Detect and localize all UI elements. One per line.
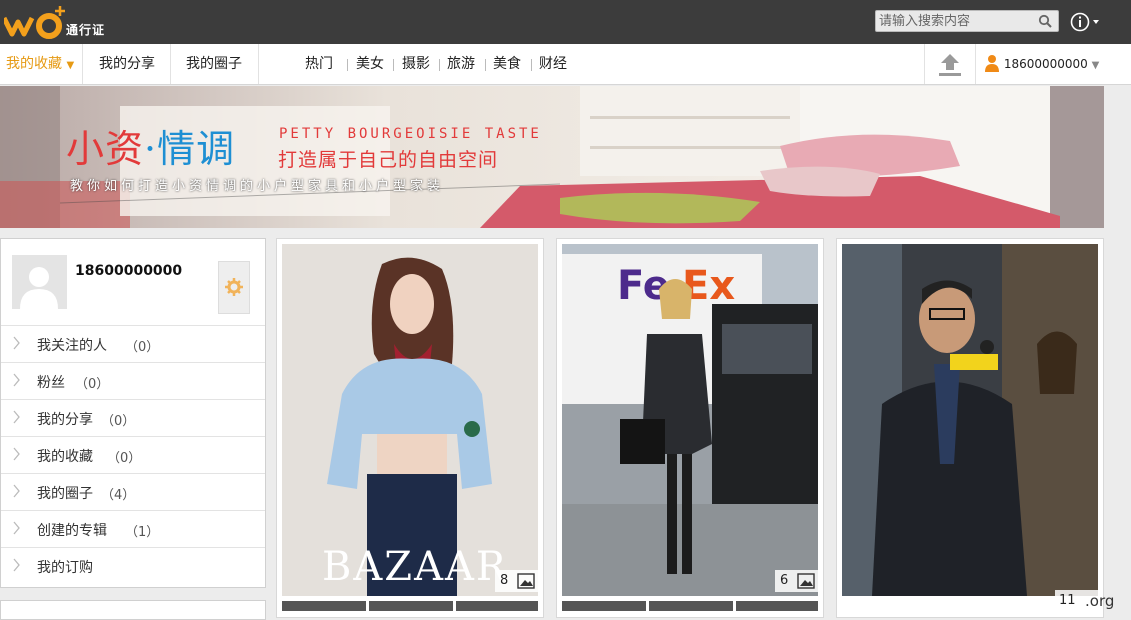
logo-text: 通行证 [66, 23, 106, 37]
menu-count: （4） [101, 488, 136, 503]
sidebar-secondary-panel [0, 600, 266, 620]
menu-label: 我的收藏 [37, 449, 93, 465]
banner-title-red: 小资 [66, 127, 145, 171]
divider [531, 59, 532, 71]
photo-caption: BAZAAR [322, 544, 508, 590]
photo-image[interactable] [842, 244, 1098, 596]
photo-image[interactable]: BAZAAR [282, 244, 538, 596]
default-avatar-icon [20, 267, 58, 309]
tab-label: 我的圈子 [186, 56, 242, 72]
settings-button[interactable] [218, 261, 250, 314]
chevron-right-icon [13, 484, 21, 502]
menu-count: （1） [125, 525, 160, 540]
profile-sidebar: 18600000000 我关注的人 （0） 粉丝 （0） 我的分享 （0） 我的… [0, 238, 266, 588]
user-id: 18600000000 [1003, 57, 1088, 71]
chevron-right-icon [13, 558, 21, 576]
category-travel[interactable]: 旅游 [447, 44, 475, 84]
category-hot[interactable]: 热门 [305, 44, 333, 84]
category-finance[interactable]: 财经 [539, 44, 567, 84]
banner-title-english: PETTY BOURGEOISIE TASTE [279, 126, 542, 142]
banner-title-blue: 情调 [157, 127, 236, 171]
menu-item-my-circles[interactable]: 我的圈子 （4） [1, 473, 265, 510]
tab-my-shares[interactable]: 我的分享 [99, 44, 155, 84]
photo-image[interactable]: Fe Ex [562, 244, 818, 596]
divider [393, 59, 394, 71]
menu-item-my-subscriptions[interactable]: 我的订购 [1, 547, 265, 584]
photo-man-microphone [842, 244, 1098, 596]
tab-my-circles[interactable]: 我的圈子 [186, 44, 242, 84]
promo-banner[interactable]: 小资·情调 PETTY BOURGEOISIE TASTE 打造属于自己的自由空… [0, 86, 1104, 228]
menu-count: （0） [125, 340, 160, 355]
divider [347, 59, 348, 71]
chevron-down-icon: ▼ [1091, 60, 1100, 71]
menu-item-following[interactable]: 我关注的人 （0） [1, 325, 265, 362]
top-bar: 通行证 [0, 0, 1131, 44]
divider [258, 44, 259, 84]
menu-label: 创建的专辑 [37, 523, 107, 539]
photo-card[interactable]: 11 [836, 238, 1104, 618]
chevron-right-icon [13, 447, 21, 465]
category-photography[interactable]: 摄影 [402, 44, 430, 84]
chevron-down-icon: ▼ [66, 60, 75, 71]
menu-label: 我的订购 [37, 560, 93, 576]
photo-card[interactable]: BAZAAR 8 [276, 238, 544, 618]
divider [82, 44, 83, 84]
divider [485, 59, 486, 71]
username: 18600000000 [75, 263, 183, 279]
menu-item-my-shares[interactable]: 我的分享 （0） [1, 399, 265, 436]
photo-street-fedex: Fe Ex [562, 244, 818, 596]
photo-count-badge: 8 [495, 570, 539, 592]
tab-label: 我的分享 [99, 56, 155, 72]
banner-tagline: 打造属于自己的自由空间 [278, 149, 499, 171]
banner-title-dot: · [144, 127, 158, 171]
watermark-text: .org [1085, 592, 1115, 610]
menu-count: （0） [75, 377, 110, 392]
photo-count: 8 [500, 573, 509, 588]
user-menu[interactable]: 18600000000 ▼ [984, 44, 1099, 84]
menu-label: 我的圈子 [37, 486, 93, 502]
gallery-icon [797, 573, 815, 589]
divider [439, 59, 440, 71]
chevron-right-icon [13, 336, 21, 354]
tab-label: 我的收藏 [6, 56, 62, 72]
menu-label: 我的分享 [37, 412, 93, 428]
category-food[interactable]: 美食 [493, 44, 521, 84]
avatar[interactable] [12, 255, 67, 309]
tab-my-favorites[interactable]: 我的收藏 ▼ [6, 44, 74, 84]
chevron-right-icon [13, 521, 21, 539]
menu-item-fans[interactable]: 粉丝 （0） [1, 362, 265, 399]
user-icon [985, 55, 999, 72]
menu-item-my-favorites[interactable]: 我的收藏 （0） [1, 436, 265, 473]
gear-icon [225, 278, 243, 296]
upload-icon [939, 54, 961, 76]
search-icon[interactable] [1038, 14, 1052, 28]
menu-count: （0） [107, 451, 142, 466]
photo-count: 11 [1059, 593, 1076, 608]
search-input[interactable] [879, 13, 1031, 29]
menu-count: （0） [101, 414, 136, 429]
nav-bar: 我的收藏 ▼ 我的分享 我的圈子 热门 美女 摄影 旅游 美食 财经 18600… [0, 44, 1131, 85]
menu-label: 我关注的人 [37, 338, 107, 354]
menu-label: 粉丝 [37, 375, 65, 391]
photo-count-badge: 6 [775, 570, 819, 592]
chevron-right-icon [13, 410, 21, 428]
gallery-icon [517, 573, 535, 589]
photo-count: 6 [780, 573, 789, 588]
search-box [875, 10, 1059, 32]
category-beauty[interactable]: 美女 [356, 44, 384, 84]
banner-title: 小资·情调 [66, 118, 235, 173]
info-menu-icon[interactable] [1070, 12, 1104, 32]
banner-subtitle: 教你如何打造小资情调的小户型家具和小户型家装 [70, 179, 445, 194]
photo-card[interactable]: Fe Ex 6 [556, 238, 824, 618]
chevron-right-icon [13, 373, 21, 391]
divider [170, 44, 171, 84]
upload-button[interactable] [924, 44, 976, 84]
menu-item-created-albums[interactable]: 创建的专辑 （1） [1, 510, 265, 547]
